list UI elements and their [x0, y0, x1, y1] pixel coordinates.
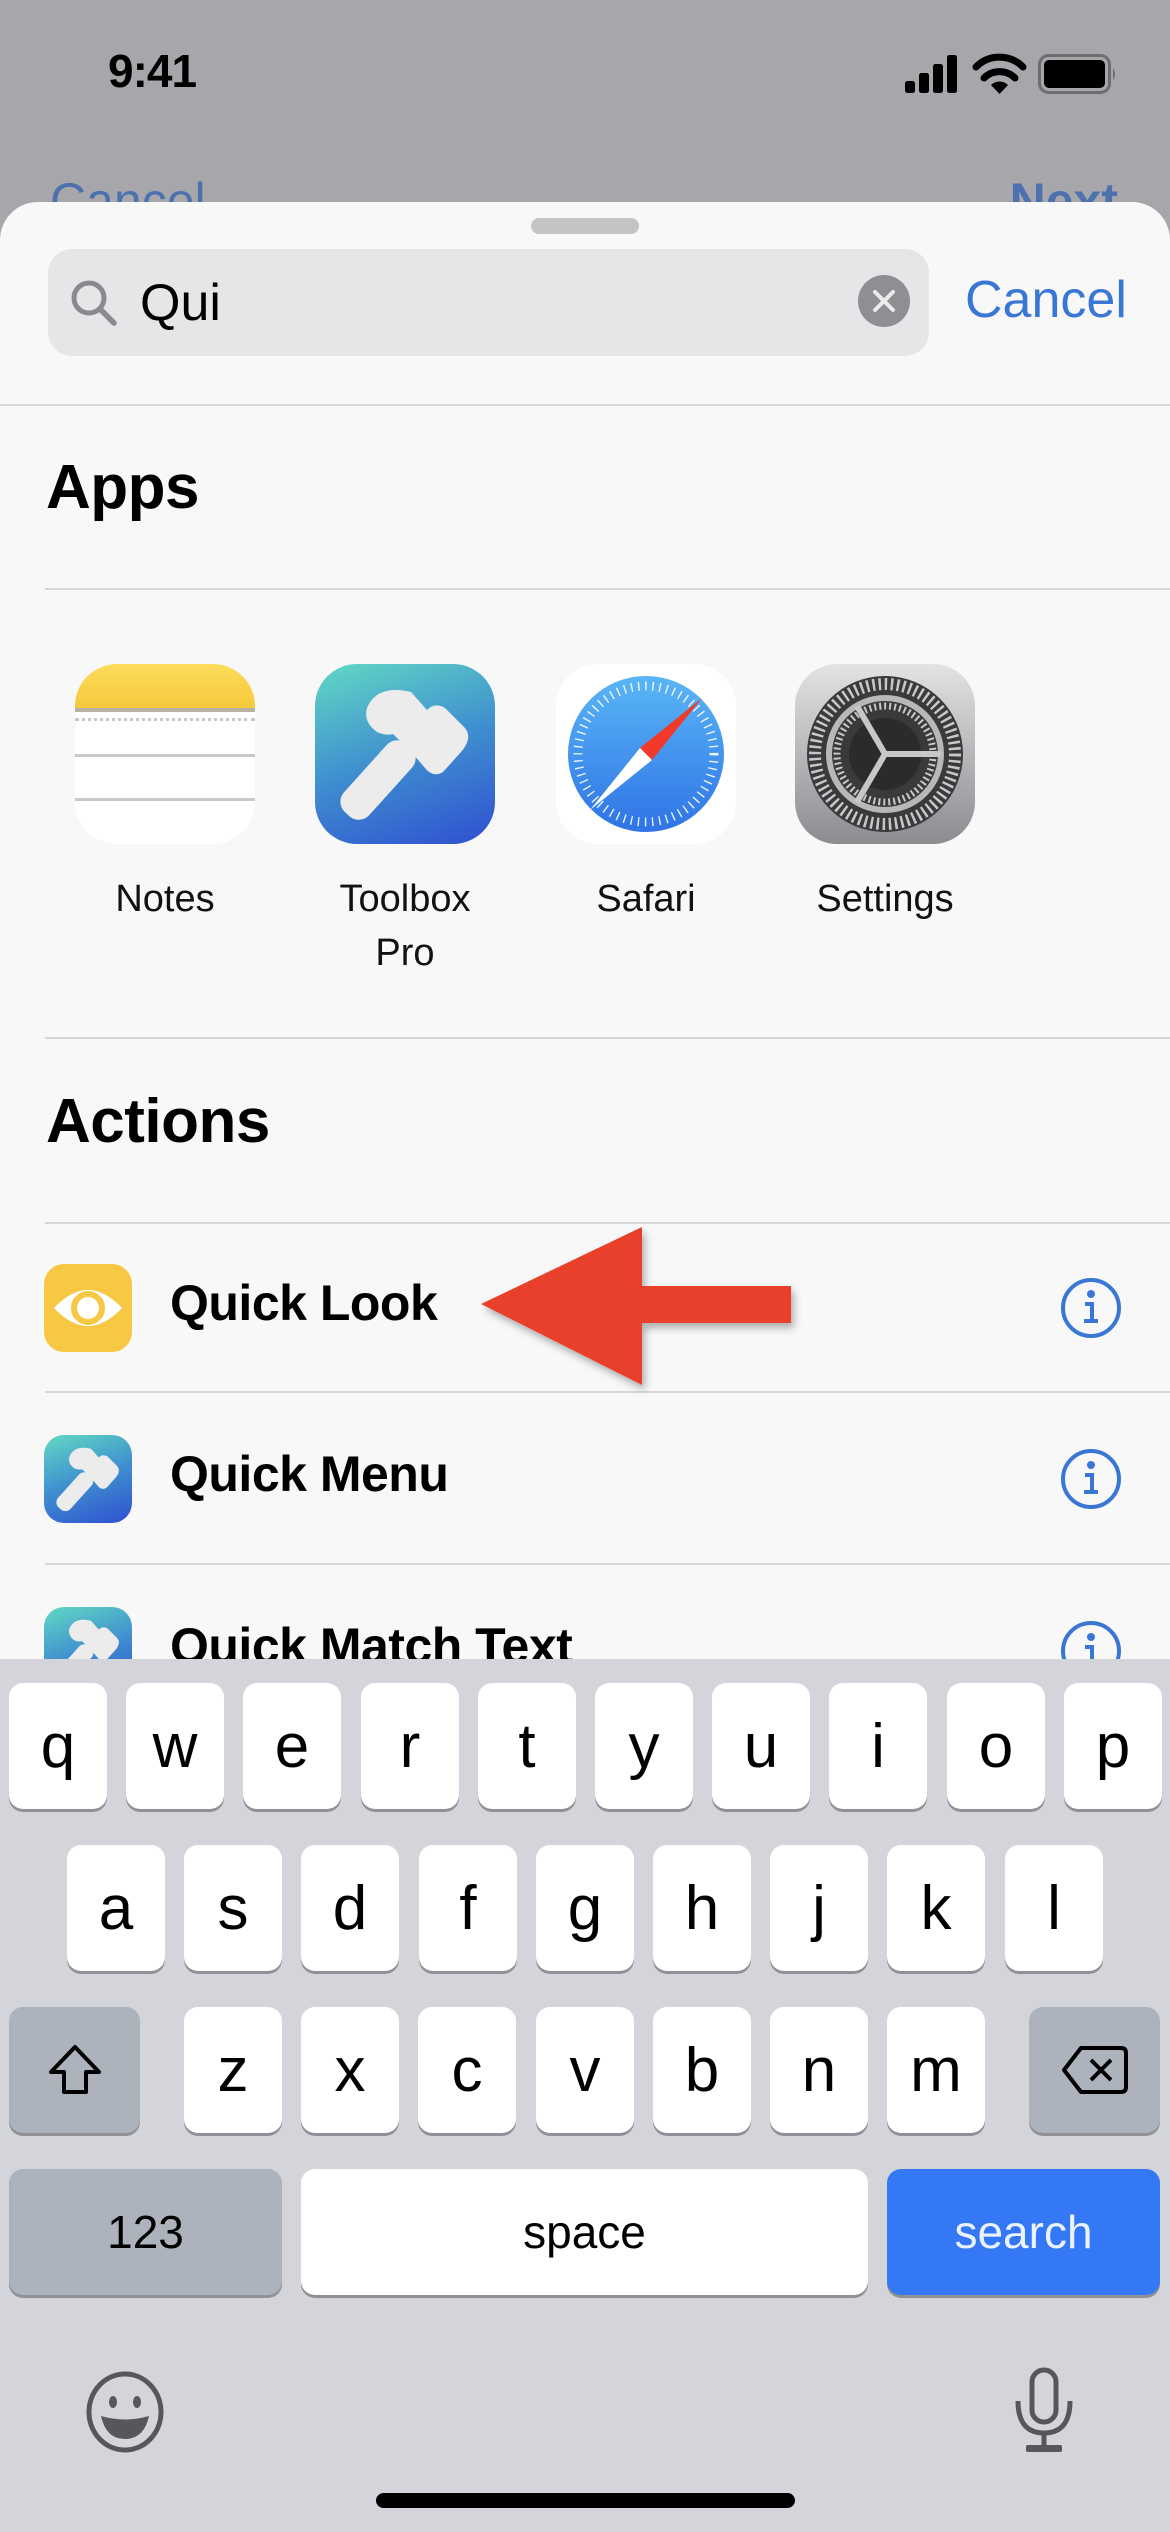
shift-key[interactable] [9, 2007, 140, 2133]
apps-divider [45, 588, 1170, 590]
key-l[interactable]: l [1005, 1845, 1103, 1971]
key-v[interactable]: v [536, 2007, 634, 2133]
app-label: Toolbox Pro [339, 878, 471, 974]
key-g[interactable]: g [536, 1845, 634, 1971]
battery-icon [1038, 54, 1115, 94]
apps-section-title: Apps [46, 453, 200, 522]
info-icon[interactable] [1060, 1277, 1122, 1339]
search-icon [71, 280, 117, 326]
home-indicator [376, 2493, 795, 2508]
app-notes[interactable]: Notes [75, 664, 255, 926]
key-n[interactable]: n [770, 2007, 868, 2133]
action-label: Quick Match Text [170, 1618, 573, 1662]
key-t[interactable]: t [478, 1683, 576, 1809]
key-e[interactable]: e [243, 1683, 341, 1809]
key-p[interactable]: p [1064, 1683, 1162, 1809]
emoji-icon[interactable] [84, 2371, 166, 2453]
delete-icon [1061, 2046, 1128, 2094]
app-label: Settings [816, 878, 954, 920]
cancel-search-button[interactable]: Cancel [965, 270, 1127, 330]
key-k[interactable]: k [887, 1845, 985, 1971]
app-safari[interactable]: Safari [556, 664, 736, 926]
key-r[interactable]: r [361, 1683, 459, 1809]
safari-app-icon [556, 664, 736, 844]
info-icon[interactable] [1060, 1448, 1122, 1510]
sheet-grabber[interactable] [531, 218, 639, 234]
toolbox-pro-app-icon [315, 664, 495, 844]
toolbox-pro-icon [44, 1435, 132, 1523]
shift-icon [48, 2045, 101, 2094]
key-f[interactable]: f [419, 1845, 517, 1971]
action-row-quick-match-text[interactable]: Quick Match Text [0, 1565, 1170, 1662]
clear-search-button[interactable] [858, 275, 910, 327]
key-u[interactable]: u [712, 1683, 810, 1809]
info-icon[interactable] [1060, 1620, 1122, 1662]
key-z[interactable]: z [184, 2007, 282, 2133]
action-label: Quick Look [170, 1275, 438, 1331]
search-field[interactable] [48, 249, 929, 356]
space-key[interactable]: space [301, 2169, 868, 2295]
numbers-key[interactable]: 123 [9, 2169, 282, 2295]
key-j[interactable]: j [770, 1845, 868, 1971]
search-key[interactable]: search [887, 2169, 1160, 2295]
key-d[interactable]: d [301, 1845, 399, 1971]
key-o[interactable]: o [947, 1683, 1045, 1809]
actions-section-title: Actions [46, 1087, 270, 1156]
cellular-signal-icon [905, 55, 957, 93]
status-time: 9:41 [108, 45, 197, 97]
app-toolbox-pro[interactable]: Toolbox Pro [315, 664, 495, 980]
key-c[interactable]: c [418, 2007, 516, 2133]
app-label: Notes [115, 878, 215, 920]
search-input[interactable] [140, 271, 840, 335]
action-label: Quick Menu [170, 1446, 449, 1502]
key-a[interactable]: a [67, 1845, 165, 1971]
microphone-icon[interactable] [1012, 2367, 1076, 2453]
search-divider [0, 404, 1170, 406]
delete-key[interactable] [1029, 2007, 1160, 2133]
key-q[interactable]: q [9, 1683, 107, 1809]
apps-section-divider [45, 1037, 1170, 1039]
eye-icon [44, 1264, 132, 1352]
settings-app-icon [795, 664, 975, 844]
notes-app-icon [75, 664, 255, 844]
app-label: Safari [596, 878, 696, 920]
key-s[interactable]: s [184, 1845, 282, 1971]
key-m[interactable]: m [887, 2007, 985, 2133]
key-w[interactable]: w [126, 1683, 224, 1809]
clear-icon [873, 290, 895, 312]
key-h[interactable]: h [653, 1845, 751, 1971]
key-b[interactable]: b [653, 2007, 751, 2133]
keyboard: 123 space search qwertyuiop asdfghjkl zxcv… [0, 1659, 1170, 2532]
key-y[interactable]: y [595, 1683, 693, 1809]
action-search-sheet: Cancel Apps Notes Toolbox Pro [0, 202, 1170, 1662]
wifi-icon [972, 53, 1027, 94]
action-row-quick-menu[interactable]: Quick Menu [0, 1393, 1170, 1563]
app-settings[interactable]: Settings [795, 664, 975, 926]
annotation-arrow [481, 1227, 791, 1385]
key-x[interactable]: x [301, 2007, 399, 2133]
key-i[interactable]: i [829, 1683, 927, 1809]
toolbox-pro-icon [44, 1607, 132, 1662]
